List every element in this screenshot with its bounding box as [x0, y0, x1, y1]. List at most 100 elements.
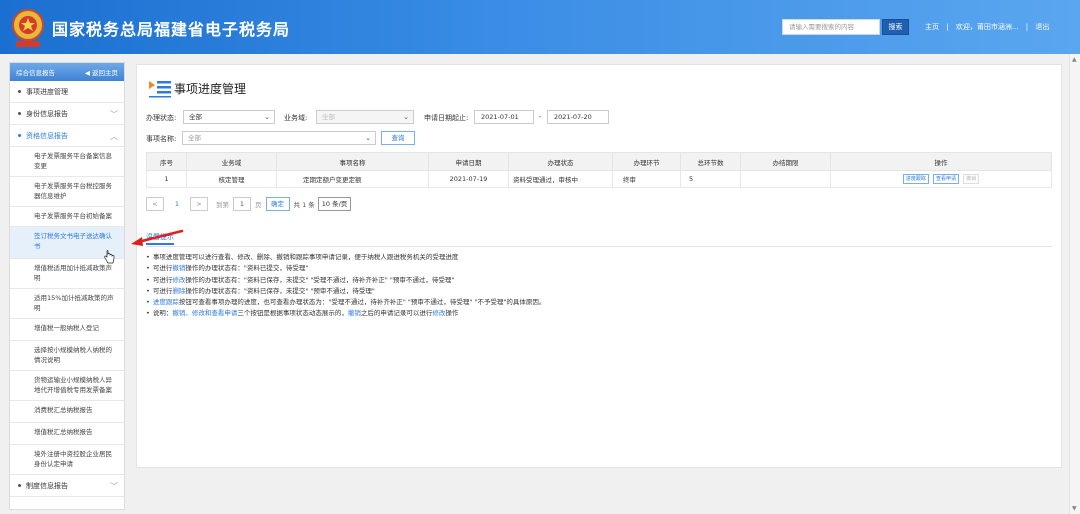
cell-no: 1	[146, 170, 187, 188]
tip-keyword: 进度跟踪	[152, 298, 179, 307]
sidebar-item-label: 制度信息报告	[26, 481, 68, 490]
scroll-up-icon[interactable]: ▲	[1072, 56, 1077, 63]
tip-keyword: 撤销	[347, 309, 361, 318]
sidebar-item-identity[interactable]: 身份信息报告 ﹀	[10, 103, 124, 125]
sidebar-subitem[interactable]: 增值税汇总纳税报告	[10, 423, 124, 445]
tip-text: 操作的办理状态有："资料已提交，待受理"	[185, 264, 309, 273]
top-header: 国家税务总局福建省电子税务局 请输入需要搜索的内容 搜索 主页 | 欢迎，莆田市…	[0, 0, 1080, 54]
sidebar-subitem[interactable]: 境外注册中资控股企业居民身份认定申请	[10, 445, 124, 475]
cell-date: 2021-07-19	[428, 170, 509, 188]
separator: |	[946, 23, 949, 31]
view-application-button[interactable]: 查看申请	[932, 174, 959, 184]
bullet-icon	[18, 112, 21, 115]
tip-keyword: 撤销	[172, 264, 186, 273]
pagination: < 1 > 到第 1 页 确定 共 1 条 10 条/页	[146, 196, 352, 212]
item-name-select[interactable]: 全部 ⌄	[182, 131, 376, 145]
tax-emblem-icon	[12, 9, 44, 47]
tip-text: 可进行	[152, 264, 173, 273]
search-input[interactable]: 请输入需要搜索的内容	[782, 19, 880, 35]
sidebar-subitem[interactable]: 电子发票服务平台备案信息变更	[10, 147, 124, 177]
status-select[interactable]: 全部 ⌄	[183, 110, 275, 124]
item-name-label: 事项名称:	[146, 135, 177, 143]
tip-text: 按钮可查看事项办理的进度，也可查看办理状态为："受理不通过，待补齐补正" "预审…	[178, 298, 546, 307]
sidebar-subitem[interactable]: 消费税汇总纳税报告	[10, 401, 124, 423]
sidebar-subitem[interactable]: 电子发票服务平台初始备案	[10, 207, 124, 227]
goto-page-input[interactable]: 1	[233, 197, 251, 211]
sidebar-subitem[interactable]: 电子发票服务平台税控服务器信息维护	[10, 177, 124, 207]
col-header: 序号	[146, 152, 187, 171]
sidebar-subitem[interactable]: 增值税一般纳税人登记	[10, 319, 124, 341]
tip-text: 事项进度管理可以进行查看、修改、删除、撤销和跟踪事项申请记录，便于纳税人跟进税务…	[152, 253, 459, 261]
chevron-down-icon: ﹀	[110, 482, 118, 491]
col-header: 总环节数	[680, 152, 741, 171]
tip-line: 可进行撤销操作的办理状态有："资料已提交，待受理"	[146, 262, 545, 273]
page-title: 事项进度管理	[174, 82, 247, 96]
status-label: 办理状态:	[146, 114, 177, 122]
sidebar-item-qualification[interactable]: 资格信息报告 ︿	[10, 125, 124, 147]
progress-table: 序号 业务域 事项名称 申请日期 办理状态 办理环节 总环节数 办结期限 操作 …	[146, 152, 1052, 188]
home-link[interactable]: 主页	[925, 23, 939, 31]
sidebar-subitem[interactable]: 适用15%加计抵减政策的声明	[10, 289, 124, 319]
revoke-button[interactable]: 撤销	[963, 174, 980, 184]
prev-page-button[interactable]: <	[146, 197, 164, 211]
col-header: 办理状态	[508, 152, 613, 171]
tip-keyword: 修改	[172, 275, 186, 284]
goto-confirm-button[interactable]: 确定	[265, 197, 290, 211]
page-size-select[interactable]: 10 条/页	[317, 197, 352, 211]
tip-text: 之后的申请记录可以进行	[360, 309, 433, 318]
welcome-user-link[interactable]: 欢迎，莆田市涵洲...	[956, 23, 1019, 31]
current-page[interactable]: 1	[168, 197, 186, 211]
tip-text: 三个按钮是根据事项状态动态展示的，	[237, 309, 348, 318]
tip-line: 说明：撤销、修改和查看申请三个按钮是根据事项状态动态展示的，撤销之后的申请记录可…	[146, 307, 545, 318]
annotation-arrow-icon	[131, 229, 184, 246]
tip-text: 说明：	[152, 309, 173, 318]
sidebar-subitem[interactable]: 货物运输业小规模纳税人异地代开增值税专用发票备案	[10, 371, 124, 401]
col-header: 事项名称	[276, 152, 429, 171]
chevron-down-icon: ﹀	[110, 110, 118, 119]
tip-line: 进度跟踪按钮可查看事项办理的进度，也可查看办理状态为："受理不通过，待补齐补正"…	[146, 296, 546, 307]
page-scrollbar[interactable]: ▲ ▼	[1069, 54, 1080, 514]
col-header: 申请日期	[428, 152, 509, 171]
tip-text: 可进行	[152, 275, 173, 284]
date-from-input[interactable]: 2021-07-01	[474, 110, 534, 124]
date-to-input[interactable]: 2021-07-20	[547, 110, 609, 124]
sidebar-item-label: 身份信息报告	[26, 109, 68, 118]
cell-item-name: 定期定额户变更定额	[276, 170, 429, 188]
scroll-down-icon[interactable]: ▼	[1072, 505, 1077, 512]
tip-keyword: 撤销、修改和查看申请	[172, 309, 238, 318]
total-count: 共 1 条	[293, 201, 315, 209]
tips-list: 事项进度管理可以进行查看、修改、删除、撤销和跟踪事项申请记录，便于纳税人跟进税务…	[146, 251, 546, 319]
back-home-link[interactable]: ◀ 返回主页	[85, 67, 118, 77]
page-unit-label: 页	[255, 201, 262, 209]
cell-ops: 进度跟踪 查看申请 撤销	[830, 170, 1052, 188]
track-progress-button[interactable]: 进度跟踪	[902, 174, 929, 184]
separator: |	[1025, 23, 1029, 31]
sidebar-item-progress[interactable]: 事项进度管理	[10, 81, 124, 103]
tip-text: 操作的办理状态有："资料已保存，未提交" "受理不通过，待补齐补正" "预审不通…	[185, 275, 455, 284]
status-select-value: 全部	[189, 113, 202, 121]
tip-text: 操作的办理状态有："资料已保存，未提交" "预审不通过，待受理"	[185, 286, 375, 295]
table-row: 1 核定管理 定期定额户变更定额 2021-07-19 资料受理通过，审核中 终…	[146, 170, 1052, 188]
col-header: 业务域	[186, 152, 277, 171]
table-header-row: 序号 业务域 事项名称 申请日期 办理状态 办理环节 总环节数 办结期限 操作	[146, 152, 1052, 171]
chevron-down-icon: ⌄	[403, 113, 409, 121]
sidebar-item-label: 事项进度管理	[26, 87, 68, 96]
cell-step: 终审	[612, 170, 681, 188]
date-dash: -	[539, 113, 542, 121]
search-button[interactable]: 搜索	[882, 19, 909, 35]
query-button[interactable]: 查询	[381, 131, 415, 145]
bullet-icon	[18, 90, 21, 93]
sidebar-item-system[interactable]: 制度信息报告 ﹀	[10, 475, 124, 497]
site-title: 国家税务总局福建省电子税务局	[52, 20, 291, 39]
divider	[146, 246, 1052, 247]
sidebar-item-label: 资格信息报告	[26, 131, 68, 140]
logout-link[interactable]: 退出	[1035, 23, 1049, 31]
next-page-button[interactable]: >	[190, 197, 208, 211]
sidebar: 综合信息报告 ◀ 返回主页 事项进度管理 身份信息报告 ﹀ 资格信息报告 ︿ 电…	[9, 62, 125, 510]
domain-select-value: 全部	[322, 113, 335, 121]
date-range-label: 申请日期起止:	[424, 114, 469, 122]
domain-select[interactable]: 全部 ⌄	[316, 110, 414, 124]
sidebar-subitem[interactable]: 选择按小规模纳税人纳税的情况说明	[10, 341, 124, 371]
cell-deadline	[740, 170, 831, 188]
cell-domain: 核定管理	[186, 170, 277, 188]
